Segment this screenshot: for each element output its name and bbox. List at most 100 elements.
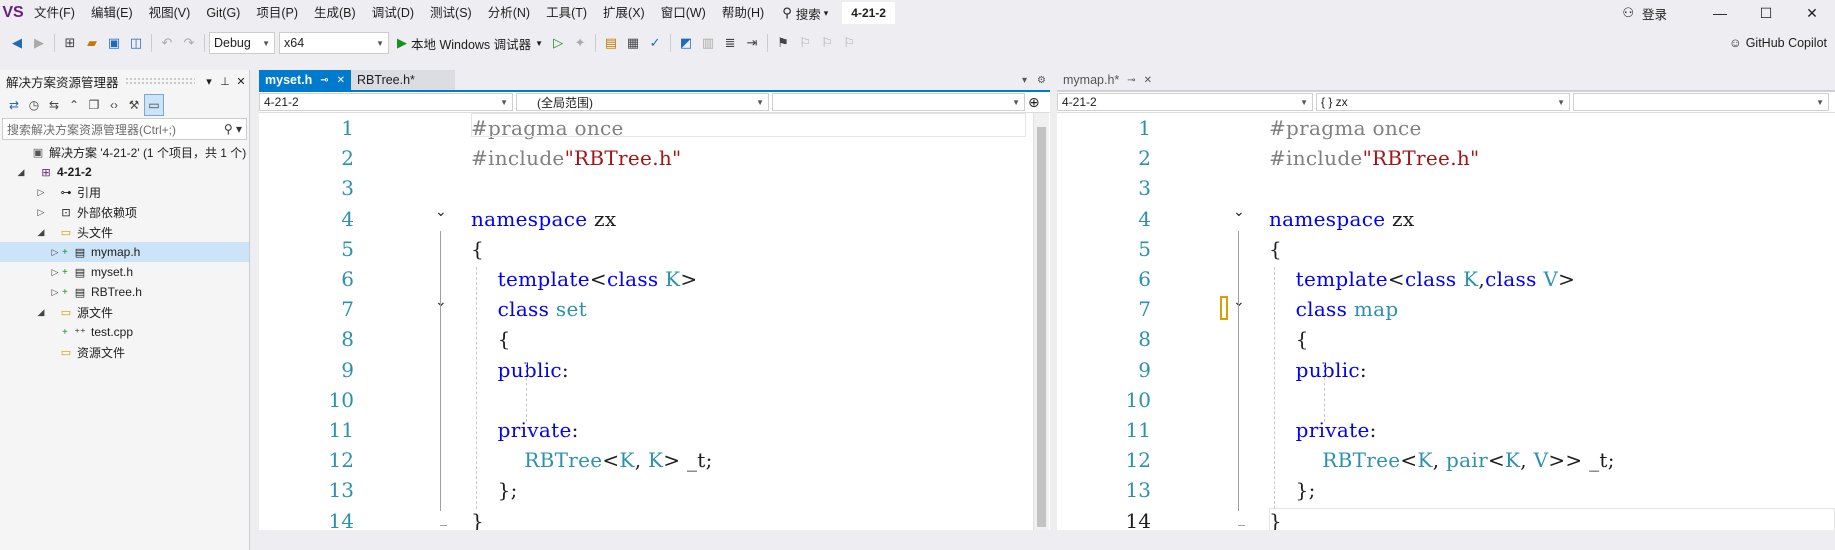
member-nav-select[interactable]: ▼ bbox=[772, 93, 1025, 111]
menu-item[interactable]: 编辑(E) bbox=[83, 0, 141, 26]
menu-item[interactable]: 文件(F) bbox=[26, 0, 83, 26]
save-icon[interactable]: ▣ bbox=[103, 32, 125, 54]
vertical-scrollbar[interactable] bbox=[1033, 113, 1049, 530]
drag-handle[interactable] bbox=[124, 77, 195, 85]
browse-icon[interactable]: ▤ bbox=[600, 32, 622, 54]
tree-item[interactable]: + ⁺⁺ test.cpp bbox=[0, 322, 249, 342]
show-all-files-icon[interactable]: ❐ bbox=[84, 94, 104, 116]
member-nav-select[interactable]: ▼ bbox=[1573, 93, 1829, 111]
expander-icon[interactable]: ▷ bbox=[34, 187, 48, 198]
code-editor-right[interactable]: 1 #pragma once 2 #include"RBTree.h" 3 4 namesp… bbox=[1057, 113, 1835, 530]
expander-icon[interactable]: ◢ bbox=[34, 307, 48, 318]
close-tab-icon[interactable]: ✕ bbox=[337, 75, 345, 86]
collapse-all-icon[interactable]: ⌃ bbox=[64, 94, 84, 116]
expander-icon[interactable]: ▷ bbox=[48, 247, 62, 258]
tree-item[interactable]: ▷ + ▤ RBTree.h bbox=[0, 282, 249, 302]
scope-nav-select[interactable]: { } zx ▼ bbox=[1316, 93, 1570, 111]
dropdown-icon[interactable]: ▾ bbox=[1022, 75, 1027, 86]
scroll-thumb[interactable] bbox=[1037, 127, 1046, 527]
pin-icon[interactable]: ⊥ bbox=[217, 75, 233, 88]
format-icon[interactable]: ◩ bbox=[675, 32, 697, 54]
properties-icon[interactable]: ⚒ bbox=[124, 94, 144, 116]
save-all-icon[interactable]: ◫ bbox=[125, 32, 147, 54]
config-select[interactable]: Debug ▼ bbox=[209, 32, 275, 54]
solution-search-input[interactable]: 搜索解决方案资源管理器(Ctrl+;) ⚲ ▾ bbox=[2, 118, 247, 140]
switch-views-icon[interactable]: ⇄ bbox=[4, 94, 24, 116]
tree-item[interactable]: ▭ 资源文件 bbox=[0, 342, 249, 362]
menu-item[interactable]: 扩展(X) bbox=[595, 0, 653, 26]
redo-icon[interactable]: ↷ bbox=[178, 32, 200, 54]
editor-tab[interactable]: RBTree.h* bbox=[351, 70, 455, 90]
project-nav-select[interactable]: 4-21-2 ▼ bbox=[259, 93, 513, 111]
fold-icon[interactable]: ⌄ bbox=[1233, 203, 1245, 220]
search-menu[interactable]: ⚲ 搜索 ▾ bbox=[772, 4, 838, 23]
next-bookmark-icon[interactable]: ⚐ bbox=[816, 32, 838, 54]
close-tab-icon[interactable]: ✕ bbox=[1144, 75, 1152, 86]
start-without-debug-icon[interactable]: ▷ bbox=[547, 32, 569, 54]
tree-item[interactable]: ◢ ▭ 源文件 bbox=[0, 302, 249, 322]
tree-item[interactable]: ▣ 解决方案 '4-21-2' (1 个项目，共 1 个) bbox=[0, 142, 249, 162]
close-window-button[interactable]: ✕ bbox=[1789, 0, 1835, 26]
expander-icon[interactable]: ▷ bbox=[48, 287, 62, 298]
dropdown-icon[interactable]: ▾ bbox=[201, 75, 217, 88]
tree-item[interactable]: ◢ ▭ 头文件 bbox=[0, 222, 249, 242]
split-icon[interactable]: ⊕ bbox=[1028, 94, 1040, 111]
undo-icon[interactable]: ↶ bbox=[156, 32, 178, 54]
menu-item[interactable]: 项目(P) bbox=[248, 0, 306, 26]
layout-icon[interactable]: ▦ bbox=[622, 32, 644, 54]
gear-icon[interactable]: ⚙ bbox=[1037, 75, 1046, 86]
clear-bookmarks-icon[interactable]: ⚐ bbox=[838, 32, 860, 54]
indent-icon[interactable]: ⇥ bbox=[741, 32, 763, 54]
tree-item[interactable]: ◢ ⊞ 4-21-2 bbox=[0, 162, 249, 182]
menu-item[interactable]: 工具(T) bbox=[538, 0, 595, 26]
code-editor-left[interactable]: 1 #pragma once 2 #include"RBTree.h" 3 4 namesp… bbox=[259, 113, 1050, 530]
history-icon[interactable]: ◷ bbox=[24, 94, 44, 116]
uncomment-icon[interactable]: ▥ bbox=[697, 32, 719, 54]
editor-tab[interactable]: mymap.h* ⊸ ✕ bbox=[1057, 70, 1159, 90]
forward-icon[interactable]: ▶ bbox=[28, 32, 50, 54]
tree-item[interactable]: ▷ ⊡ 外部依赖项 bbox=[0, 202, 249, 222]
comment-icon[interactable]: ≣ bbox=[719, 32, 741, 54]
login-button[interactable]: ⚇ 登录 bbox=[1622, 4, 1667, 23]
menu-item[interactable]: 窗口(W) bbox=[653, 0, 714, 26]
scope-nav-select[interactable]: (全局范围) ▼ bbox=[516, 93, 769, 111]
close-icon[interactable]: ✕ bbox=[233, 75, 249, 88]
menu-item[interactable]: 视图(V) bbox=[141, 0, 199, 26]
menu-item[interactable]: 生成(B) bbox=[306, 0, 364, 26]
platform-select[interactable]: x64 ▼ bbox=[279, 32, 389, 54]
editor-tab[interactable]: myset.h ⊸ ✕ bbox=[259, 70, 352, 90]
run-debugger-button[interactable]: ▶ 本地 Windows 调试器 ▼ bbox=[393, 34, 547, 53]
bookmark-icon[interactable]: ⚑ bbox=[772, 32, 794, 54]
expander-icon[interactable]: ▷ bbox=[48, 267, 62, 278]
file-icon: ▤ bbox=[74, 286, 86, 299]
spell-check-icon[interactable]: ✓ bbox=[644, 32, 666, 54]
copilot-button[interactable]: ☺ GitHub Copilot bbox=[1729, 28, 1827, 58]
minimize-button[interactable]: — bbox=[1697, 0, 1743, 26]
prev-bookmark-icon[interactable]: ⚐ bbox=[794, 32, 816, 54]
expander-icon[interactable]: ▷ bbox=[34, 207, 48, 218]
expander-icon[interactable]: ◢ bbox=[14, 167, 28, 178]
fold-icon[interactable]: ⌄ bbox=[435, 203, 447, 220]
project-nav-select[interactable]: 4-21-2 ▼ bbox=[1057, 93, 1313, 111]
code-view-icon[interactable]: ‹› bbox=[104, 94, 124, 116]
open-folder-icon[interactable]: ▰ bbox=[81, 32, 103, 54]
menu-item[interactable]: 测试(S) bbox=[422, 0, 480, 26]
preview-icon[interactable]: ▭ bbox=[144, 94, 164, 116]
menu-item[interactable]: 帮助(H) bbox=[714, 0, 772, 26]
hot-reload-icon[interactable]: ✦ bbox=[569, 32, 591, 54]
menu-item[interactable]: 分析(N) bbox=[480, 0, 538, 26]
new-project-icon[interactable]: ⊞ bbox=[59, 32, 81, 54]
tree-item[interactable]: ▷ ⊶ 引用 bbox=[0, 182, 249, 202]
maximize-button[interactable]: ☐ bbox=[1743, 0, 1789, 26]
tree-item[interactable]: ▷ + ▤ myset.h bbox=[0, 262, 249, 282]
tree-item[interactable]: ▷ + ▤ mymap.h bbox=[0, 242, 249, 262]
pin-icon[interactable]: ⊸ bbox=[1127, 75, 1135, 86]
menu-item[interactable]: Git(G) bbox=[198, 0, 248, 26]
sync-icon[interactable]: ⇆ bbox=[44, 94, 64, 116]
expander-icon[interactable]: ◢ bbox=[34, 227, 48, 238]
pin-icon[interactable]: ⊸ bbox=[320, 75, 328, 86]
back-icon[interactable]: ◀ bbox=[6, 32, 28, 54]
code-token: class bbox=[606, 267, 659, 291]
menu-item[interactable]: 调试(D) bbox=[364, 0, 422, 26]
